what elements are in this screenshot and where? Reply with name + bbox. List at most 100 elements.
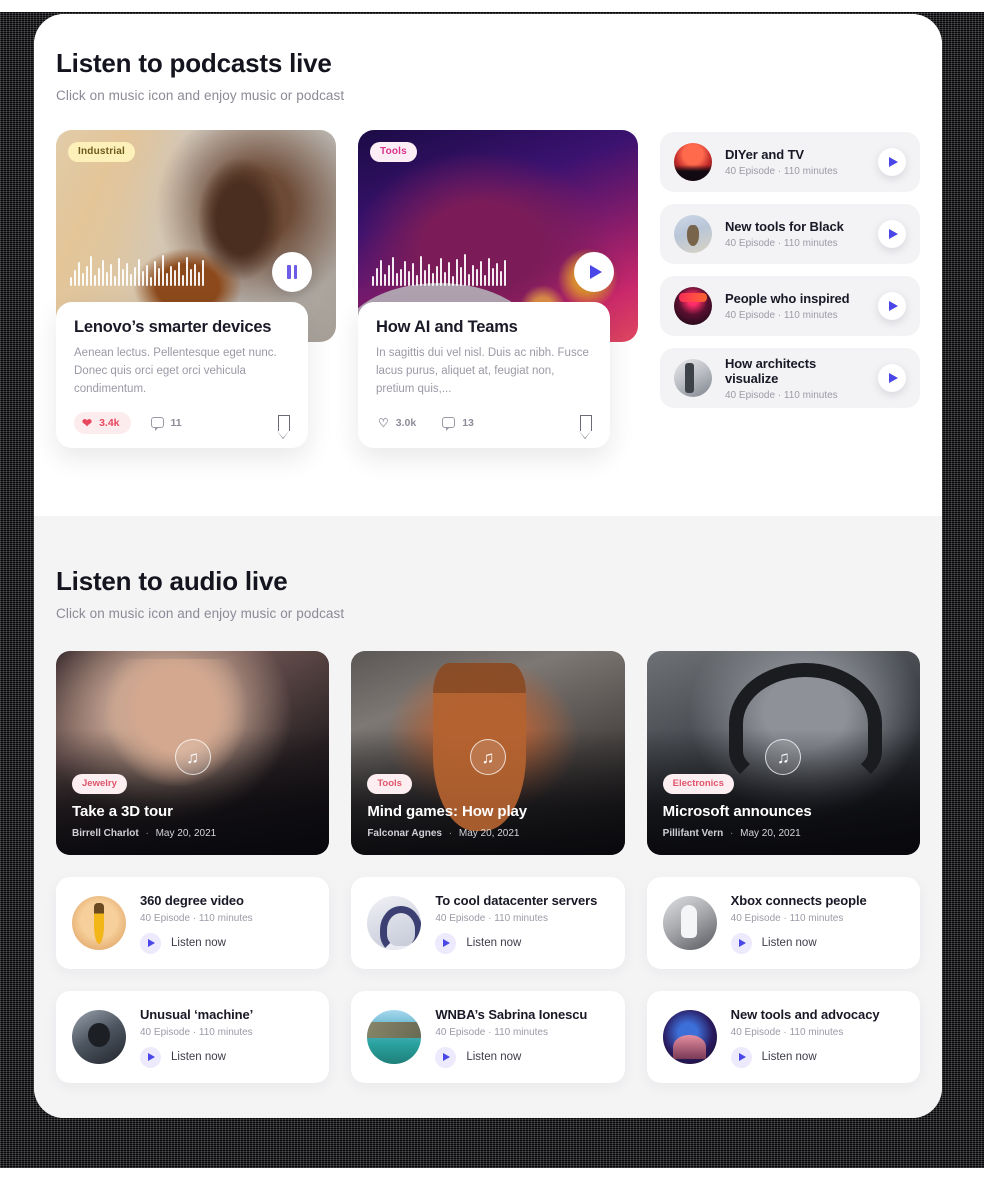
listen-button[interactable] [435, 1046, 457, 1068]
list-item-title: WNBA’s Sabrina Ionescu [435, 1006, 588, 1022]
listen-button[interactable] [140, 932, 161, 954]
list-item-title: People who inspired [725, 291, 850, 307]
avatar [72, 896, 126, 951]
pause-button[interactable] [272, 252, 312, 293]
list-item-title: New tools for Black [725, 219, 844, 235]
comment-count: 11 [170, 416, 182, 429]
listen-button[interactable] [730, 932, 752, 954]
listen-label[interactable]: Listen now [466, 1051, 521, 1063]
list-item-title: How architects visualize [725, 355, 817, 386]
category-tag[interactable]: Tools [370, 142, 417, 163]
play-button[interactable] [574, 252, 614, 293]
category-tag[interactable]: Industrial [68, 142, 136, 163]
comment-button[interactable]: 13 [436, 412, 480, 434]
music-note-glyph: ♫ [186, 747, 200, 767]
list-item-meta: 40 Episode · 110 minutes [725, 389, 838, 401]
podcast-list-item[interactable]: New tools for Black 40 Episode · 110 min… [660, 204, 920, 265]
card-title: Microsoft announces [662, 803, 812, 821]
listen-label[interactable]: Listen now [762, 1051, 817, 1063]
comment-button[interactable]: 11 [145, 412, 188, 434]
play-button[interactable] [878, 292, 906, 321]
list-item-title: To cool datacenter servers [435, 892, 598, 908]
podcast-list: DIYer and TV 40 Episode · 110 minutes Ne… [660, 130, 920, 409]
podcast-list-item[interactable]: People who inspired 40 Episode · 110 min… [660, 276, 920, 337]
separator-icon: · [730, 828, 734, 840]
listen-button[interactable] [140, 1046, 161, 1068]
listen-label[interactable]: Listen now [762, 937, 817, 949]
card-description: In sagittis dui vel nisl. Duis ac nibh. … [376, 347, 589, 395]
audio-list-item[interactable]: Xbox connects people 40 Episode · 110 mi… [646, 877, 920, 970]
audio-list-item[interactable]: 360 degree video 40 Episode · 110 minute… [56, 877, 330, 970]
podcasts-section: Listen to podcasts live Click on music i… [34, 14, 942, 516]
listen-label[interactable]: Listen now [171, 937, 226, 949]
app-card: Listen to podcasts live Click on music i… [34, 14, 942, 1118]
author-name: Birrell Charlot [72, 828, 139, 840]
play-icon [888, 301, 898, 312]
card-title: Mind games: How play [367, 803, 528, 821]
avatar [674, 143, 712, 182]
audio-title: Listen to audio live [56, 566, 288, 596]
comment-count: 13 [462, 416, 474, 429]
music-note-icon[interactable]: ♫ [469, 739, 506, 776]
play-button[interactable] [878, 148, 906, 177]
listen-button[interactable] [435, 932, 457, 954]
music-note-icon[interactable]: ♫ [765, 739, 802, 776]
bookmark-icon[interactable] [277, 414, 290, 440]
audio-list-item[interactable]: Unusual ‘machine’ 40 Episode · 110 minut… [56, 991, 330, 1084]
play-icon [888, 229, 898, 240]
avatar [674, 359, 712, 398]
card-meta: Pillifant Vern · May 20, 2021 [663, 828, 904, 839]
publish-date: May 20, 2021 [458, 828, 520, 840]
listen-label[interactable]: Listen now [466, 937, 521, 949]
list-item-meta: 40 Episode · 110 minutes [140, 912, 253, 924]
like-button[interactable]: ❤ 3.4k [74, 411, 131, 434]
featured-podcast-card[interactable]: Tools How AI and Teams In sagittis dui v… [358, 130, 638, 448]
avatar [72, 1010, 126, 1065]
listen-label[interactable]: Listen now [171, 1051, 226, 1063]
podcast-list-item[interactable]: How architects visualize 40 Episode · 11… [660, 348, 920, 409]
featured-podcast-card[interactable]: Industrial Lenovo’s smarter devices Aene… [56, 130, 336, 448]
bookmark-icon[interactable] [579, 414, 592, 440]
publish-date: May 20, 2021 [740, 828, 801, 840]
list-item-meta: 40 Episode · 110 minutes [725, 310, 838, 322]
avatar [662, 1010, 717, 1065]
card-info: Lenovo’s smarter devices Aenean lectus. … [56, 302, 308, 448]
audio-list-item[interactable]: To cool datacenter servers 40 Episode · … [351, 877, 625, 970]
list-item-title: Unusual ‘machine’ [140, 1006, 254, 1022]
heart-filled-icon: ❤ [82, 415, 93, 430]
category-tag[interactable]: Jewelry [72, 774, 127, 795]
card-stats: ❤ 3.4k 11 [74, 411, 290, 440]
podcast-list-item[interactable]: DIYer and TV 40 Episode · 110 minutes [660, 132, 920, 193]
audio-card[interactable]: ♫ Jewelry Take a 3D tour Birrell Charlot… [56, 651, 330, 856]
separator-icon: · [448, 828, 453, 840]
list-item-title: DIYer and TV [725, 147, 804, 163]
pause-icon [287, 265, 297, 280]
audio-section: Listen to audio live Click on music icon… [34, 516, 942, 1118]
play-icon [443, 939, 451, 948]
card-description: Aenean lectus. Pellentesque eget nunc. D… [74, 347, 277, 395]
waveform-icon [372, 252, 506, 287]
list-item-title: 360 degree video [140, 892, 244, 908]
list-item-meta: 40 Episode · 110 minutes [730, 1026, 844, 1038]
audio-cards-row: ♫ Jewelry Take a 3D tour Birrell Charlot… [56, 651, 920, 856]
audio-card[interactable]: ♫ Electronics Microsoft announces Pillif… [646, 651, 920, 856]
list-item-title: Xbox connects people [730, 892, 867, 908]
music-note-icon[interactable]: ♫ [174, 739, 211, 776]
music-note-glyph: ♫ [481, 747, 495, 767]
heart-outline-icon: ♡ [378, 415, 389, 430]
play-icon [888, 157, 898, 168]
play-button[interactable] [878, 220, 906, 249]
listen-button[interactable] [730, 1046, 752, 1068]
play-button[interactable] [878, 364, 906, 393]
audio-card[interactable]: ♫ Tools Mind games: How play Falconar Ag… [351, 651, 625, 856]
category-tag[interactable]: Tools [367, 774, 412, 795]
audio-list-item[interactable]: New tools and advocacy 40 Episode · 110 … [646, 991, 920, 1084]
audio-list-item[interactable]: WNBA’s Sabrina Ionescu 40 Episode · 110 … [351, 991, 625, 1084]
list-item-meta: 40 Episode · 110 minutes [435, 1026, 548, 1038]
like-button[interactable]: ♡ 3.0k [376, 412, 422, 434]
publish-date: May 20, 2021 [155, 828, 217, 840]
play-icon [443, 1053, 451, 1062]
category-tag[interactable]: Electronics [662, 774, 734, 795]
card-title: How AI and Teams [376, 318, 518, 337]
card-stats: ♡ 3.0k 13 [376, 412, 592, 440]
